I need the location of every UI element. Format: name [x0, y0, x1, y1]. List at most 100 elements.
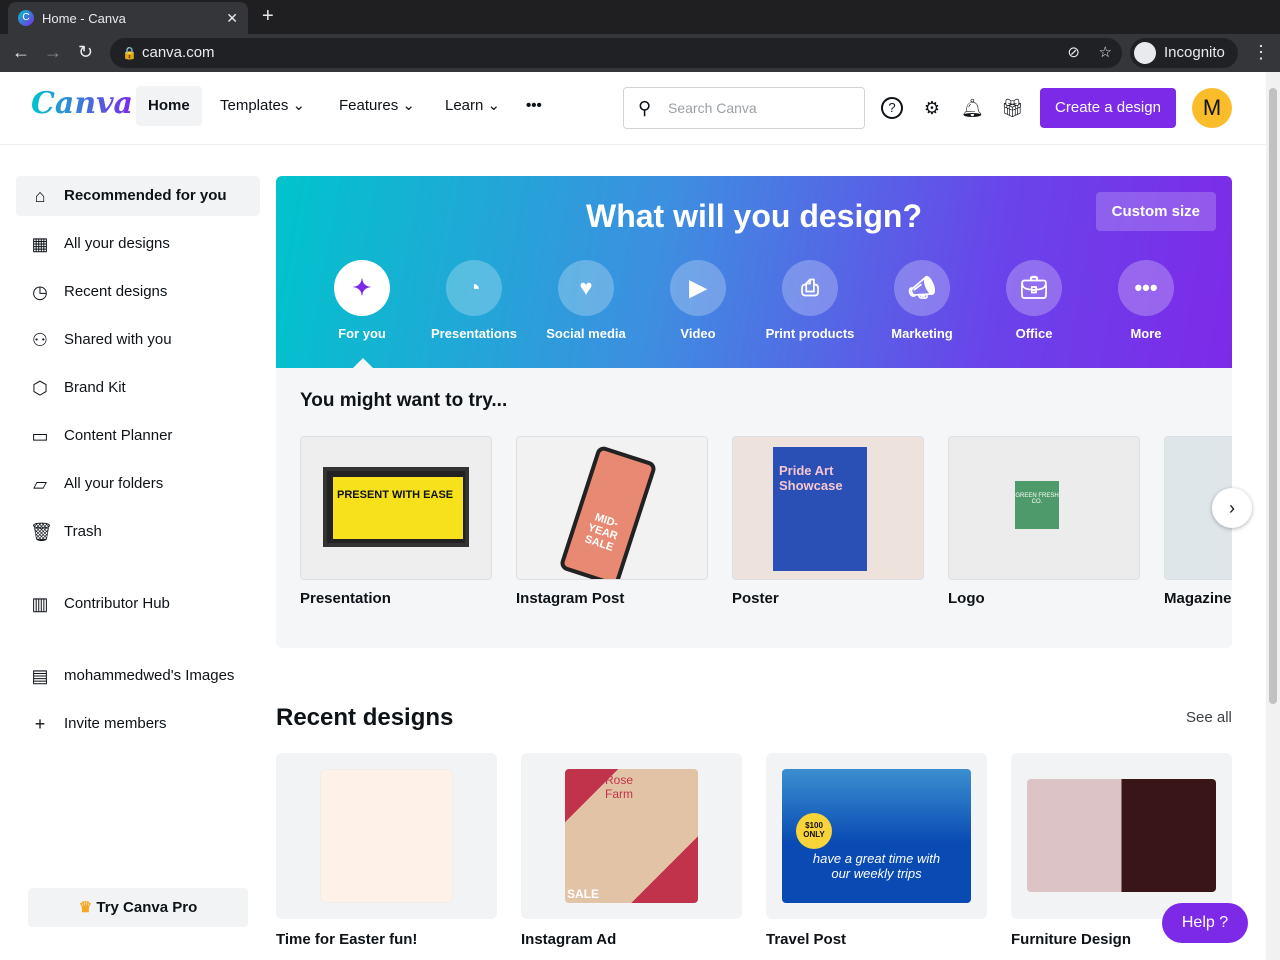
sidebar-item-content-planner[interactable]: ▭ Content Planner — [16, 416, 260, 456]
suggestion-logo[interactable]: GREEN FRESH CO. Logo — [948, 436, 1140, 607]
sidebar-item-trash[interactable]: 🗑︎ Trash — [16, 512, 260, 552]
crown-icon: ♛ — [78, 899, 93, 916]
search-icon: ⚲ — [638, 98, 652, 118]
thumb-text: GREEN FRESH CO. — [1015, 481, 1059, 529]
tracking-off-icon[interactable]: ⊘ — [1067, 38, 1080, 68]
thumb-text: SALE — [567, 887, 600, 901]
avatar[interactable]: M — [1192, 88, 1232, 128]
presentation-icon: ◔ — [446, 260, 502, 316]
thumbnail: MID-YEAR SALE — [516, 436, 708, 580]
recent-design-card[interactable]: Rose Farm SALE Instagram Ad — [521, 753, 742, 948]
category-label: Social media — [546, 326, 626, 341]
menu-icon[interactable]: ⋮ — [1252, 42, 1270, 63]
suggestions-title: You might want to try... — [300, 390, 508, 411]
help-icon[interactable]: ? — [881, 97, 903, 119]
sidebar-label: Trash — [64, 523, 102, 540]
thumbnail — [276, 753, 497, 919]
category-for-you[interactable]: ✦ For you — [312, 260, 412, 341]
thumb-text: Pride Art Showcase — [773, 447, 867, 571]
sidebar-item-invite[interactable]: + Invite members — [16, 704, 260, 744]
store-icon: ▥ — [31, 594, 49, 614]
nav-templates[interactable]: Templates ⌄ — [208, 86, 317, 126]
design-title: Travel Post — [766, 931, 847, 948]
thumbnail: GREEN FRESH CO. — [948, 436, 1140, 580]
sidebar-label: Brand Kit — [64, 379, 126, 396]
url-input[interactable]: 🔒 canva.com ⊘ ☆ — [110, 38, 1122, 68]
suggestion-label: Logo — [948, 590, 985, 607]
canva-favicon-icon: C — [18, 10, 34, 26]
help-button[interactable]: Help ? — [1162, 903, 1248, 943]
heart-icon: ♥ — [558, 260, 614, 316]
scrollbar-thumb[interactable] — [1269, 88, 1277, 704]
sidebar-item-contributor-hub[interactable]: ▥ Contributor Hub — [16, 584, 260, 624]
category-label: Office — [1015, 326, 1053, 341]
sidebar-item-shared[interactable]: ⚇ Shared with you — [16, 320, 260, 360]
tab-title: Home - Canva — [42, 10, 126, 26]
sidebar-label: mohammedwed's Images — [64, 667, 235, 684]
clock-icon: ◷ — [32, 282, 48, 302]
printer-icon: ⎙ — [782, 260, 838, 316]
video-icon: ▶ — [670, 260, 726, 316]
create-design-button[interactable]: Create a design — [1040, 88, 1176, 128]
thumbnail — [1011, 753, 1232, 919]
see-all-link[interactable]: See all — [1186, 709, 1232, 726]
recent-design-card[interactable]: have a great time with our weekly trips $… — [766, 753, 987, 948]
pro-label: Try Canva Pro — [96, 899, 198, 916]
thumbnail: Rose Farm SALE — [521, 753, 742, 919]
nav-learn[interactable]: Learn ⌄ — [433, 86, 512, 126]
sidebar-item-recent[interactable]: ◷ Recent designs — [16, 272, 260, 312]
thumbnail: have a great time with our weekly trips $… — [766, 753, 987, 919]
building-icon: ▤ — [31, 666, 49, 686]
browser-tabbar: C Home - Canva ✕ + — [0, 0, 1280, 34]
nav-home[interactable]: Home — [136, 86, 202, 126]
suggestions-section: You might want to try... PRESENT WITH EA… — [276, 368, 1232, 648]
more-nav-icon[interactable]: ••• — [514, 86, 554, 126]
suggestion-label: Poster — [732, 590, 779, 607]
suggestion-presentation[interactable]: PRESENT WITH EASE Presentation — [300, 436, 492, 607]
gift-icon[interactable]: 🎁︎ — [1001, 97, 1024, 119]
grid-icon: ▦ — [31, 234, 49, 254]
thumb-text: Rose Farm — [605, 773, 634, 801]
back-icon[interactable]: ← — [12, 42, 30, 63]
suggestion-poster[interactable]: Pride Art Showcase Poster — [732, 436, 924, 607]
new-tab-icon[interactable]: + — [262, 5, 274, 28]
star-icon[interactable]: ☆ — [1099, 38, 1112, 68]
sidebar-label: Contributor Hub — [64, 595, 170, 612]
category-social-media[interactable]: ♥ Social media — [536, 260, 636, 341]
category-video[interactable]: ▶ Video — [648, 260, 748, 341]
hero-title: What will you design? — [586, 198, 922, 234]
active-caret — [353, 358, 373, 368]
search-input[interactable]: ⚲ Search Canva — [623, 87, 865, 129]
design-preview: Rose Farm SALE — [565, 769, 698, 903]
sidebar-item-all-designs[interactable]: ▦ All your designs — [16, 224, 260, 264]
category-office[interactable]: 💼︎ Office — [984, 260, 1084, 341]
suggestion-instagram-post[interactable]: MID-YEAR SALE Instagram Post — [516, 436, 708, 607]
recent-design-card[interactable]: Time for Easter fun! — [276, 753, 497, 948]
sidebar-item-recommended[interactable]: ⌂ Recommended for you — [16, 176, 260, 216]
close-tab-icon[interactable]: ✕ — [226, 10, 238, 27]
sidebar-item-brand-kit[interactable]: ⬡ Brand Kit — [16, 368, 260, 408]
browser-tab[interactable]: C Home - Canva ✕ — [8, 2, 248, 34]
category-print[interactable]: ⎙ Print products — [760, 260, 860, 341]
carousel-next-button[interactable]: › — [1212, 488, 1252, 528]
design-preview — [1027, 779, 1216, 892]
gear-icon[interactable]: ⚙ — [921, 97, 943, 119]
forward-icon[interactable]: → — [44, 42, 62, 63]
custom-size-button[interactable]: Custom size — [1095, 192, 1216, 231]
reload-icon[interactable]: ↻ — [78, 42, 93, 63]
sidebar-item-folders[interactable]: ▱ All your folders — [16, 464, 260, 504]
try-pro-button[interactable]: ♛ Try Canva Pro — [28, 888, 248, 927]
category-more[interactable]: ••• More — [1096, 260, 1196, 341]
plus-icon: + — [34, 714, 46, 734]
category-marketing[interactable]: 📣︎ Marketing — [872, 260, 972, 341]
scrollbar[interactable] — [1266, 72, 1280, 960]
category-presentations[interactable]: ◔ Presentations — [424, 260, 524, 341]
incognito-button[interactable]: Incognito — [1130, 38, 1238, 68]
bell-icon[interactable]: 🔔︎ — [961, 97, 984, 119]
thumbnail: Pride Art Showcase — [732, 436, 924, 580]
nav-features[interactable]: Features ⌄ — [327, 86, 427, 126]
canva-logo[interactable]: Canva — [31, 86, 133, 121]
sidebar-label: All your folders — [64, 475, 164, 492]
suggestion-label: Presentation — [300, 590, 391, 607]
sidebar-item-team-images[interactable]: ▤ mohammedwed's Images — [16, 656, 260, 696]
